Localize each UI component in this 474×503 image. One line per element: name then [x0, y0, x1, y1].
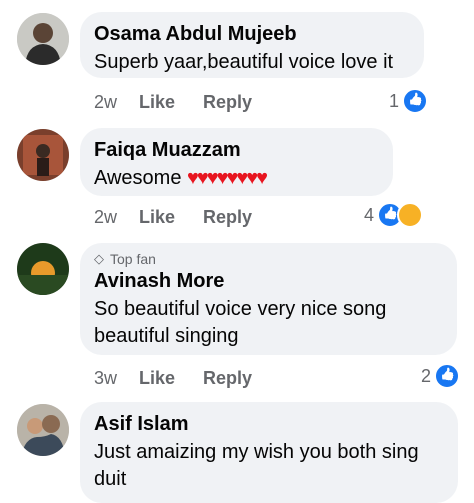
comment-text: Just amaizing my wish you both sing duit: [94, 441, 419, 490]
comment-actions: 3w Like Reply: [94, 366, 252, 390]
avatar-image: [17, 243, 69, 295]
avatar[interactable]: [17, 404, 69, 456]
comment-text: Awesome ♥♥♥♥♥♥♥♥: [94, 165, 377, 192]
diamond-icon: ◇: [94, 251, 104, 266]
like-button[interactable]: Like: [139, 92, 175, 113]
avatar[interactable]: [17, 129, 69, 181]
avatar[interactable]: [17, 13, 69, 65]
reaction-count: 1: [389, 90, 400, 111]
comment-time[interactable]: 3w: [94, 368, 117, 389]
like-button[interactable]: Like: [139, 207, 175, 228]
reaction-count: 2: [421, 365, 432, 386]
comment-actions: 2w Like Reply: [94, 90, 252, 114]
comment-text: Superb yaar,beautiful voice love it: [94, 51, 394, 73]
commenter-name[interactable]: Avinash More: [94, 269, 441, 293]
comment-bubble: Asif Islam Just amaizing my wish you bot…: [80, 402, 458, 503]
like-icon: [402, 88, 429, 114]
avatar-image: [17, 13, 69, 65]
care-icon: [397, 202, 424, 228]
comment-text: So beautiful voice very nice song beauti…: [94, 298, 387, 347]
comment-text-content: Awesome: [94, 167, 182, 189]
reaction-summary[interactable]: 1: [389, 88, 429, 114]
top-fan-label: Top fan: [110, 251, 156, 267]
reaction-summary[interactable]: 4: [364, 202, 424, 228]
like-icon: [434, 363, 461, 389]
avatar-image: [17, 129, 69, 181]
avatar-image: [17, 404, 69, 456]
commenter-name[interactable]: Faiqa Muazzam: [94, 138, 377, 162]
avatar[interactable]: [17, 243, 69, 295]
reaction-count: 4: [364, 204, 375, 225]
reply-button[interactable]: Reply: [203, 92, 252, 113]
like-button[interactable]: Like: [139, 368, 175, 389]
reply-button[interactable]: Reply: [203, 207, 252, 228]
comment-bubble: Faiqa Muazzam Awesome ♥♥♥♥♥♥♥♥: [80, 128, 393, 196]
comment-actions: 2w Like Reply: [94, 205, 252, 229]
reaction-summary[interactable]: 2: [421, 363, 461, 389]
heart-emoji-row: ♥♥♥♥♥♥♥♥: [187, 167, 268, 189]
comment-bubble: Osama Abdul Mujeeb Superb yaar,beautiful…: [80, 12, 424, 78]
comment-time[interactable]: 2w: [94, 207, 117, 228]
top-fan-badge: ◇ Top fan: [94, 251, 441, 267]
comment-time[interactable]: 2w: [94, 92, 117, 113]
comment-bubble: ◇ Top fan Avinash More So beautiful voic…: [80, 243, 457, 355]
commenter-name[interactable]: Asif Islam: [94, 412, 442, 436]
commenter-name[interactable]: Osama Abdul Mujeeb: [94, 22, 408, 46]
reply-button[interactable]: Reply: [203, 368, 252, 389]
